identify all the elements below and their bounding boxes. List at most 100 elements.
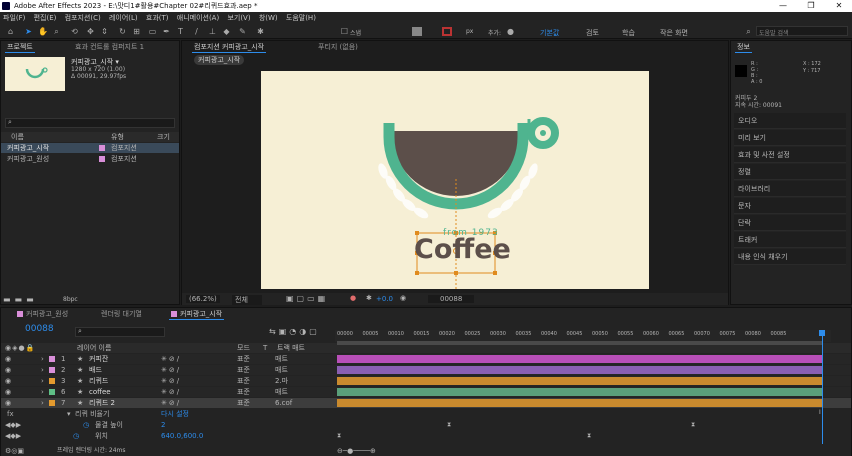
- hand-tool-icon[interactable]: ✋: [38, 27, 48, 36]
- panel-preview[interactable]: 미리 보기: [734, 130, 846, 146]
- footer-toggle-icons[interactable]: ⚙◎▣: [5, 446, 24, 456]
- tab-project[interactable]: 프로젝트: [3, 41, 37, 53]
- panel-content-aware-fill[interactable]: 내용 인식 채우기: [734, 249, 846, 265]
- panel-paragraph[interactable]: 단락: [734, 215, 846, 231]
- layer-row[interactable]: ◉ › 2 ★ 배드 ✳⊘/ 표준 매트: [1, 365, 851, 375]
- mode-dropdown[interactable]: 표준: [237, 398, 250, 408]
- zoom-slider[interactable]: ⊖─●────⊕: [337, 446, 376, 456]
- layer-duration-bar[interactable]: [337, 377, 823, 385]
- layer-row[interactable]: ◉ › 3 ★ 리퀴드 ✳⊘/ 표준 2.마: [1, 376, 851, 386]
- pan-tool-icon[interactable]: ✥: [86, 27, 95, 36]
- keyframe-marker[interactable]: ⧗: [587, 432, 591, 440]
- label-color-swatch[interactable]: [49, 356, 55, 362]
- label-color-swatch[interactable]: [99, 145, 105, 151]
- color-wheel-icon[interactable]: ●: [350, 294, 356, 302]
- layer-switches[interactable]: ✳⊘/: [161, 365, 181, 375]
- label-color-swatch[interactable]: [49, 367, 55, 373]
- snapshot-icon[interactable]: ◉: [400, 294, 406, 302]
- layer-row[interactable]: ◉ › 7 ★ 리퀴드 2 ✳⊘/ 표준 6.cof: [1, 398, 851, 408]
- effect-row[interactable]: fx ▾ 리퀴 비율기 다시 설정: [1, 409, 851, 419]
- layer-row[interactable]: ◉ › 6 ★ coffee ✳⊘/ 표준 매트: [1, 387, 851, 397]
- tab-composition[interactable]: 컴포지션 커피광고_시작: [190, 41, 268, 53]
- render-icon[interactable]: ✱: [366, 294, 372, 302]
- add-button-icon[interactable]: ●: [506, 27, 515, 36]
- workspace-learn[interactable]: 학습: [622, 28, 635, 38]
- zoom-tool-icon[interactable]: ⌕: [52, 27, 61, 36]
- layer-name[interactable]: 배드: [89, 365, 102, 375]
- keyframe-marker[interactable]: ⧗: [691, 421, 695, 429]
- layer-name[interactable]: coffee: [89, 387, 111, 397]
- tab-timeline-comp2[interactable]: 커피광고_시작: [167, 308, 226, 320]
- label-color-swatch[interactable]: [99, 156, 105, 162]
- workspace-review[interactable]: 검토: [586, 28, 599, 38]
- layer-name[interactable]: 리퀴드 2: [89, 398, 115, 408]
- menu-file[interactable]: 파일(F): [3, 14, 25, 22]
- panel-align[interactable]: 정렬: [734, 164, 846, 180]
- mode-dropdown[interactable]: 표준: [237, 387, 250, 397]
- eraser-tool-icon[interactable]: ◆: [222, 27, 231, 36]
- snap-checkbox[interactable]: ☐: [340, 27, 349, 36]
- label-color-swatch[interactable]: [49, 378, 55, 384]
- menu-effect[interactable]: 효과(T): [146, 14, 169, 22]
- timeline-timecode[interactable]: 00088: [25, 324, 54, 334]
- stroke-color-swatch[interactable]: [442, 27, 452, 36]
- keyframe-nav-icon[interactable]: ◀◆▶: [5, 431, 21, 441]
- mode-dropdown[interactable]: 표준: [237, 365, 250, 375]
- layer-row[interactable]: ◉ › 1 ★ 커피잔 ✳⊘/ 표준 매트: [1, 354, 851, 364]
- exposure-value[interactable]: +0.0: [376, 295, 393, 303]
- property-row[interactable]: ◀◆▶ ◷ 위치 640.0,600.0: [1, 431, 851, 441]
- col-layer-name[interactable]: 레이어 이름: [77, 343, 111, 353]
- timeline-search-input[interactable]: ⌕: [75, 327, 165, 337]
- eye-icon[interactable]: ◉: [5, 354, 11, 364]
- panel-character[interactable]: 문자: [734, 198, 846, 214]
- menu-composition[interactable]: 컴포지션(C): [65, 14, 101, 22]
- panel-effects-presets[interactable]: 효과 및 사전 설정: [734, 147, 846, 163]
- property-row[interactable]: ◀◆▶ ◷ 물결 높이 2: [1, 420, 851, 430]
- label-color-swatch[interactable]: [49, 389, 55, 395]
- dolly-tool-icon[interactable]: ⇕: [100, 27, 109, 36]
- workspace-small-screen[interactable]: 작은 화면: [660, 28, 688, 38]
- orbit-tool-icon[interactable]: ⟲: [70, 27, 79, 36]
- layer-switches[interactable]: ✳⊘/: [161, 387, 181, 397]
- keyframe-nav-icon[interactable]: ◀◆▶: [5, 420, 21, 430]
- project-item[interactable]: 커피광고_원성 컴포지션: [1, 154, 179, 164]
- col-size[interactable]: 크기: [157, 132, 170, 142]
- grid-toggle-icons[interactable]: ▣▢▭▦: [286, 294, 328, 303]
- search-icon[interactable]: ⌕: [744, 27, 753, 36]
- panel-audio[interactable]: 오디오: [734, 113, 846, 129]
- trkmat-dropdown[interactable]: 매트: [275, 354, 288, 364]
- chevron-right-icon[interactable]: ›: [41, 376, 44, 386]
- chevron-right-icon[interactable]: ›: [41, 365, 44, 375]
- work-area-bar[interactable]: [337, 341, 822, 345]
- help-search-input[interactable]: 도움말 검색: [756, 26, 848, 37]
- eye-icon[interactable]: ◉: [5, 387, 11, 397]
- stopwatch-icon[interactable]: ◷: [83, 420, 89, 430]
- close-button[interactable]: ✕: [826, 0, 852, 12]
- comp-timecode[interactable]: 00088: [428, 295, 475, 303]
- tab-timeline-comp1[interactable]: 커피광고_원성: [13, 308, 72, 320]
- col-type[interactable]: 유형: [111, 132, 124, 142]
- zoom-dropdown[interactable]: (66.2%): [186, 295, 220, 303]
- av-switch-icons[interactable]: ◉◈●🔒: [5, 343, 35, 353]
- trkmat-dropdown[interactable]: 2.마: [275, 376, 288, 386]
- bpc-label[interactable]: 8bpc: [63, 296, 78, 303]
- property-value[interactable]: 640.0,600.0: [161, 431, 203, 441]
- property-value[interactable]: 2: [161, 420, 165, 430]
- tab-footage[interactable]: 푸티지 (없음): [314, 41, 362, 53]
- layer-name[interactable]: 커피잔: [89, 354, 108, 364]
- layer-duration-bar[interactable]: [337, 388, 823, 396]
- stopwatch-icon[interactable]: ◷: [73, 431, 79, 441]
- eye-icon[interactable]: ◉: [5, 365, 11, 375]
- menu-window[interactable]: 창(W): [259, 14, 278, 22]
- pen-tool-icon[interactable]: ✒: [162, 27, 171, 36]
- comp-breadcrumb[interactable]: 커피광고_시작: [194, 55, 245, 65]
- eye-icon[interactable]: ◉: [5, 376, 11, 386]
- menu-help[interactable]: 도움말(H): [286, 14, 316, 22]
- layer-duration-bar[interactable]: [337, 355, 823, 363]
- tab-effect-controls[interactable]: 효과 컨트롤 컴퍼지트 1: [71, 41, 148, 53]
- menu-layer[interactable]: 레이어(L): [109, 14, 138, 22]
- tab-render-queue[interactable]: 렌더링 대기열: [97, 308, 146, 320]
- trkmat-dropdown[interactable]: 6.cof: [275, 398, 292, 408]
- chevron-right-icon[interactable]: ›: [41, 354, 44, 364]
- home-icon[interactable]: ⌂: [6, 27, 15, 36]
